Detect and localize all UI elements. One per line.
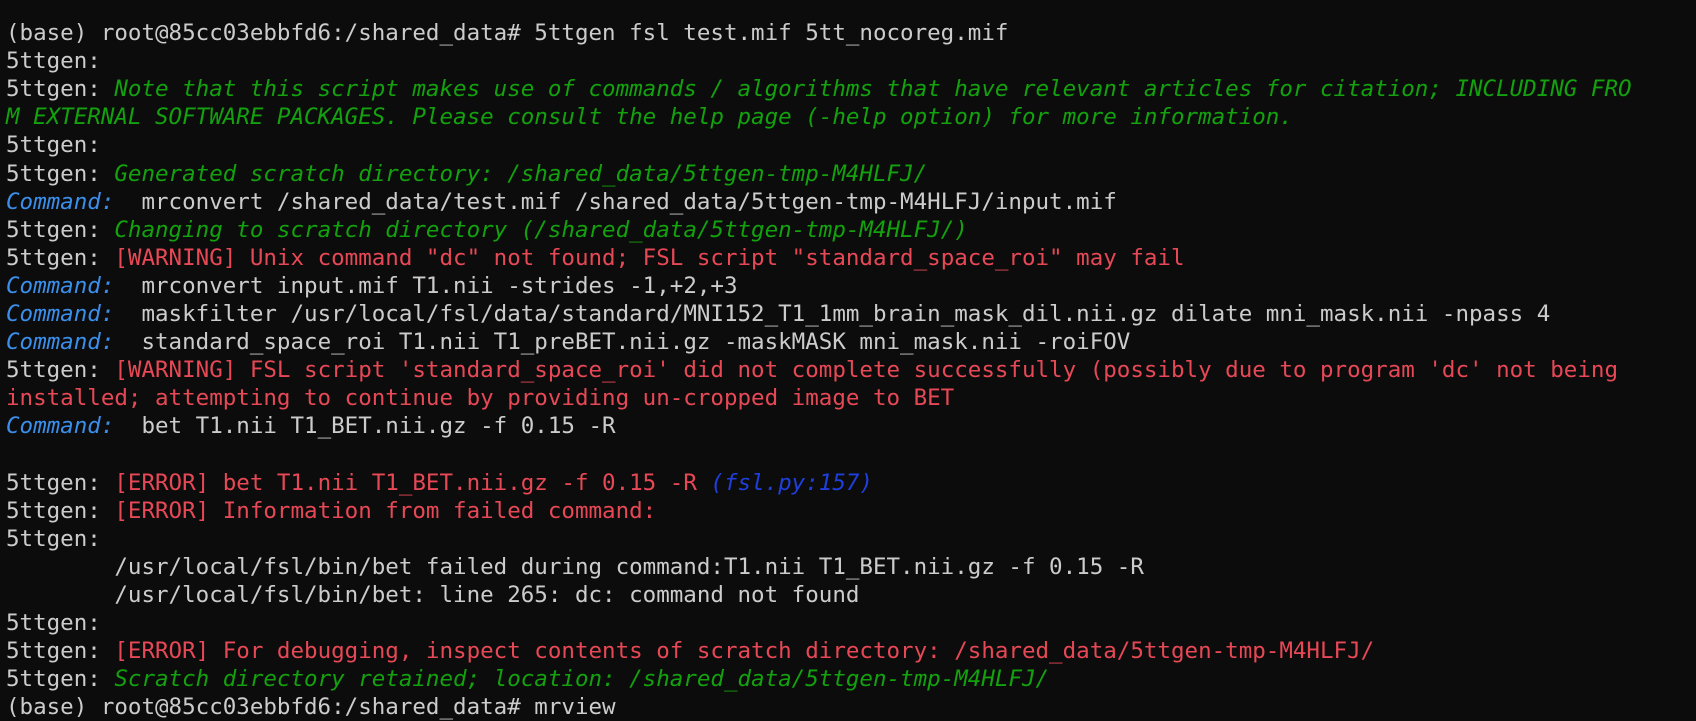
terminal-line: 5ttgen:: [6, 609, 1696, 637]
terminal-text-segment: Changing to scratch directory (/shared_d…: [114, 216, 968, 243]
terminal-text-segment: (fsl.py:157): [710, 469, 873, 496]
terminal-line: 5ttgen: [ERROR] Information from failed …: [6, 497, 1696, 525]
terminal-text-segment: 5ttgen:: [6, 525, 101, 552]
terminal-text-segment: installed; attempting to continue by pro…: [6, 385, 955, 412]
terminal-text-segment: 5ttgen:: [6, 357, 115, 384]
terminal-text-segment: 5ttgen:: [6, 469, 115, 496]
terminal-text-segment: Command:: [6, 272, 115, 299]
terminal-text-segment: 5ttgen:: [6, 497, 115, 524]
terminal-text-segment: M EXTERNAL SOFTWARE PACKAGES. Please con…: [6, 104, 1293, 131]
terminal-text-segment: Command:: [6, 188, 115, 215]
terminal-line: 5ttgen: Note that this script makes use …: [6, 75, 1696, 103]
terminal-text-segment: Command:: [6, 301, 115, 328]
terminal-text-segment: bet T1.nii T1_BET.nii.gz -f 0.15 -R: [114, 413, 616, 440]
terminal-line: Command: bet T1.nii T1_BET.nii.gz -f 0.1…: [6, 412, 1696, 440]
terminal-text-segment: 5ttgen:: [6, 610, 101, 637]
terminal-output[interactable]: (base) root@85cc03ebbfd6:/shared_data# 5…: [6, 0, 1696, 721]
terminal-text-segment: 5ttgen:: [6, 638, 115, 665]
terminal-line: /usr/local/fsl/bin/bet failed during com…: [6, 553, 1696, 581]
terminal-text-segment: Command:: [6, 413, 115, 440]
terminal-line: 5ttgen: [WARNING] FSL script 'standard_s…: [6, 356, 1696, 384]
terminal-text-segment: mrconvert input.mif T1.nii -strides -1,+…: [114, 272, 738, 299]
terminal-text-segment: 5ttgen:: [6, 666, 115, 693]
terminal-text-segment: Generated scratch directory: /shared_dat…: [114, 160, 928, 187]
terminal-line: 5ttgen: [ERROR] bet T1.nii T1_BET.nii.gz…: [6, 469, 1696, 497]
terminal-line: 5ttgen: Generated scratch directory: /sh…: [6, 160, 1696, 188]
terminal-text-segment: 5ttgen:: [6, 76, 115, 103]
terminal-line: 5ttgen: [ERROR] For debugging, inspect c…: [6, 637, 1696, 665]
terminal-text-segment: 5ttgen:: [6, 160, 115, 187]
terminal-line: Command: maskfilter /usr/local/fsl/data/…: [6, 300, 1696, 328]
terminal-line: 5ttgen:: [6, 47, 1696, 75]
terminal-line: Command: standard_space_roi T1.nii T1_pr…: [6, 328, 1696, 356]
terminal-text-segment: standard_space_roi T1.nii T1_preBET.nii.…: [114, 329, 1131, 356]
terminal-text-segment: 5ttgen:: [6, 48, 101, 75]
terminal-text-segment: 5ttgen:: [6, 244, 115, 271]
terminal-line: Command: mrconvert input.mif T1.nii -str…: [6, 272, 1696, 300]
terminal-text-segment: 5ttgen:: [6, 132, 101, 159]
terminal-text-segment: [ERROR] Information from failed command:: [114, 497, 657, 524]
terminal-text-segment: [ERROR] For debugging, inspect contents …: [114, 638, 1375, 665]
terminal-text-segment: Note that this script makes use of comma…: [114, 76, 1632, 103]
terminal-line: 5ttgen: Scratch directory retained; loca…: [6, 665, 1696, 693]
terminal-line: (base) root@85cc03ebbfd6:/shared_data# 5…: [6, 19, 1696, 47]
terminal-text-segment: /usr/local/fsl/bin/bet: line 265: dc: co…: [6, 581, 860, 608]
terminal-text-segment: Command:: [6, 329, 115, 356]
terminal-line: 5ttgen: Changing to scratch directory (/…: [6, 216, 1696, 244]
terminal-line: installed; attempting to continue by pro…: [6, 384, 1696, 412]
terminal-line: /usr/local/fsl/bin/bet: line 265: dc: co…: [6, 581, 1696, 609]
terminal-line: 5ttgen:: [6, 131, 1696, 159]
terminal-text-segment: Scratch directory retained; location: /s…: [114, 666, 1050, 693]
terminal-text-segment: [WARNING] Unix command "dc" not found; F…: [114, 244, 1185, 271]
terminal-text-segment: /usr/local/fsl/bin/bet failed during com…: [6, 553, 1144, 580]
terminal-line: 5ttgen: [WARNING] Unix command "dc" not …: [6, 244, 1696, 272]
terminal-line: 5ttgen:: [6, 525, 1696, 553]
terminal-text-segment: (base) root@85cc03ebbfd6:/shared_data# m…: [6, 694, 616, 721]
terminal-text-segment: maskfilter /usr/local/fsl/data/standard/…: [114, 301, 1551, 328]
terminal-text-segment: [ERROR] bet T1.nii T1_BET.nii.gz -f 0.15…: [114, 469, 711, 496]
terminal-line: (base) root@85cc03ebbfd6:/shared_data# m…: [6, 693, 1696, 721]
terminal-line: M EXTERNAL SOFTWARE PACKAGES. Please con…: [6, 103, 1696, 131]
terminal-text-segment: 5ttgen:: [6, 216, 115, 243]
terminal-line: Command: mrconvert /shared_data/test.mif…: [6, 188, 1696, 216]
terminal-text-segment: mrconvert /shared_data/test.mif /shared_…: [114, 188, 1117, 215]
terminal-text-segment: (base) root@85cc03ebbfd6:/shared_data# 5…: [6, 20, 1009, 47]
terminal-text-segment: [WARNING] FSL script 'standard_space_roi…: [114, 357, 1618, 384]
